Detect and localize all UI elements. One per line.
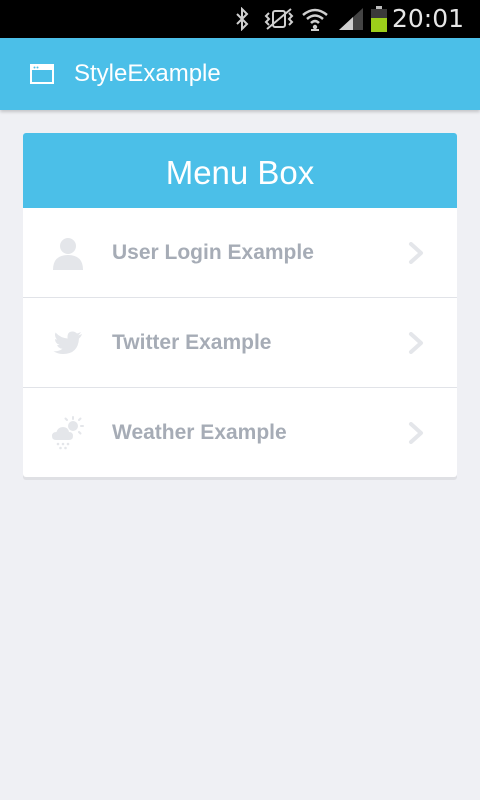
- signal-icon: [336, 0, 366, 38]
- weather-icon: [51, 416, 85, 450]
- menu-box: Menu Box User Login Example Twitter Exam…: [23, 133, 457, 477]
- chevron-right-icon: [408, 242, 424, 264]
- chevron-right-icon: [408, 422, 424, 444]
- menu-item-twitter[interactable]: Twitter Example: [23, 298, 457, 388]
- bluetooth-icon: [232, 0, 252, 38]
- menu-item-weather[interactable]: Weather Example: [23, 388, 457, 477]
- status-bar: 20:01: [0, 0, 480, 38]
- menu-item-user-login[interactable]: User Login Example: [23, 208, 457, 298]
- battery-icon: [368, 0, 390, 38]
- user-icon: [51, 236, 85, 270]
- menu-box-title: Menu Box: [23, 133, 457, 208]
- vibrate-icon: [262, 0, 296, 38]
- menu-item-label: Twitter Example: [112, 331, 272, 354]
- app-window-icon[interactable]: [30, 64, 54, 84]
- status-time: 20:01: [391, 4, 464, 33]
- app-title: StyleExample: [74, 60, 221, 87]
- twitter-icon: [51, 326, 85, 360]
- menu-item-label: Weather Example: [112, 421, 287, 444]
- app-bar: StyleExample: [0, 38, 480, 110]
- wifi-icon: [300, 0, 330, 38]
- menu-item-label: User Login Example: [112, 241, 314, 264]
- chevron-right-icon: [408, 332, 424, 354]
